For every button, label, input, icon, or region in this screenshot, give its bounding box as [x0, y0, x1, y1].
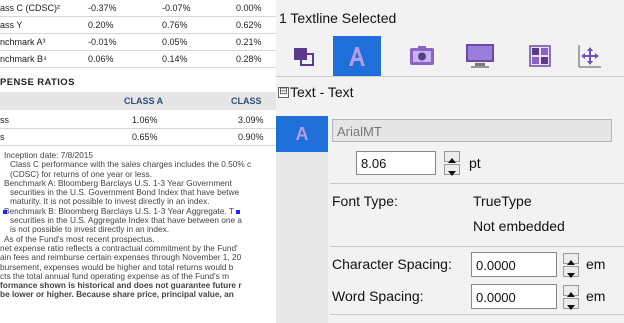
- pdf-document-page: ass C (CDSC)² -0.37% -0.07% 0.00% ass Y …: [0, 0, 290, 323]
- row-label: ass C (CDSC)²: [0, 3, 60, 13]
- row-value: 0.65%: [132, 132, 158, 142]
- row-value: 1.06%: [132, 115, 158, 125]
- expense-ratios-heading: PENSE RATIOS: [0, 77, 75, 88]
- performance-table: ass C (CDSC)² -0.37% -0.07% 0.00% ass Y …: [0, 0, 290, 68]
- arrow-down-icon: [567, 273, 575, 278]
- row-value: 0.21%: [236, 37, 262, 47]
- row-label: nchmark A³: [0, 37, 46, 47]
- arrow-down-icon: [567, 305, 575, 310]
- divider: [330, 314, 624, 315]
- embedded-status: Not embedded: [473, 218, 565, 234]
- tab-image[interactable]: [398, 36, 446, 76]
- font-size-unit: pt: [469, 155, 481, 171]
- text-icon: [349, 47, 365, 66]
- text-section-header[interactable]: ⊟ Text - Text: [276, 82, 624, 104]
- table-row: ss 1.06% 3.09%: [0, 112, 290, 129]
- footnotes: Inception date: 7/8/2015 Class C perform…: [0, 150, 290, 300]
- row-label: s: [0, 132, 5, 142]
- font-type-value: TrueType: [473, 193, 532, 209]
- increment-button[interactable]: [563, 253, 579, 265]
- decrement-button[interactable]: [444, 164, 460, 176]
- divider: [330, 246, 624, 247]
- monitor-icon: [466, 44, 494, 68]
- row-value: 3.09%: [238, 115, 264, 125]
- row-label: nchmark B⁴: [0, 54, 47, 64]
- character-spacing-unit: em: [586, 256, 606, 272]
- section-title: Text - Text: [290, 84, 354, 100]
- row-value: 0.00%: [236, 3, 262, 13]
- font-badge-letter: A: [295, 123, 309, 144]
- row-value: -0.07%: [162, 3, 191, 13]
- row-value: 0.90%: [238, 132, 264, 142]
- word-spacing-spinner[interactable]: [563, 285, 579, 310]
- tab-text[interactable]: [333, 36, 381, 76]
- row-value: 0.05%: [162, 37, 188, 47]
- grid-icon: [529, 45, 551, 67]
- selection-handle[interactable]: [236, 210, 240, 214]
- footnote-line: be lower or higher. Because share price,…: [0, 289, 234, 300]
- character-spacing-spinner[interactable]: [563, 253, 579, 278]
- expense-table-header: CLASS A CLASS: [0, 92, 290, 110]
- table-row: nchmark B⁴ 0.06% 0.14% 0.28%: [0, 51, 290, 68]
- decrement-button[interactable]: [563, 266, 579, 278]
- row-value: 0.06%: [88, 54, 114, 64]
- layers-icon: [294, 48, 314, 66]
- font-size-input[interactable]: 8.06: [356, 151, 436, 175]
- decrement-button[interactable]: [563, 298, 579, 310]
- column-header: CLASS: [231, 96, 262, 106]
- character-spacing-label: Character Spacing:: [332, 256, 452, 272]
- row-value: 0.62%: [236, 20, 262, 30]
- font-type-label: Font Type:: [332, 193, 398, 209]
- camera-icon: [410, 46, 434, 65]
- move-icon: [578, 45, 601, 68]
- row-value: 0.20%: [88, 20, 114, 30]
- row-value: -0.01%: [88, 37, 117, 47]
- panel-title: 1 Textline Selected: [279, 10, 397, 26]
- font-size-spinner[interactable]: [444, 151, 460, 176]
- tab-position[interactable]: [566, 36, 614, 76]
- collapse-icon[interactable]: ⊟: [278, 87, 289, 98]
- row-value: -0.37%: [88, 3, 117, 13]
- arrow-down-icon: [448, 171, 456, 176]
- table-row: s 0.65% 0.90%: [0, 129, 290, 146]
- row-label: ss: [0, 115, 9, 125]
- divider: [330, 183, 624, 184]
- character-spacing-input[interactable]: 0.0000: [471, 252, 557, 277]
- row-value: 0.14%: [162, 54, 188, 64]
- table-row: ass C (CDSC)² -0.37% -0.07% 0.00%: [0, 0, 290, 17]
- section-icon-column: A: [276, 116, 328, 323]
- word-spacing-unit: em: [586, 288, 606, 304]
- table-row: nchmark A³ -0.01% 0.05% 0.21%: [0, 34, 290, 51]
- font-name-field: ArialMT: [332, 119, 612, 142]
- increment-button[interactable]: [444, 151, 460, 163]
- tab-layers[interactable]: [280, 36, 328, 76]
- selection-handle[interactable]: [3, 210, 7, 214]
- property-tabs: [276, 36, 624, 77]
- properties-panel: 1 Textline Selected ⊟ Text - Text A Aria…: [276, 0, 624, 323]
- tab-structure[interactable]: [516, 36, 564, 76]
- row-label: ass Y: [0, 20, 23, 30]
- word-spacing-input[interactable]: 0.0000: [471, 284, 557, 309]
- increment-button[interactable]: [563, 285, 579, 297]
- font-icon: A: [276, 116, 328, 152]
- table-row: ass Y 0.20% 0.76% 0.62%: [0, 17, 290, 34]
- row-value: 0.28%: [236, 54, 262, 64]
- column-header: CLASS A: [124, 96, 164, 106]
- word-spacing-label: Word Spacing:: [332, 288, 424, 304]
- tab-display[interactable]: [456, 36, 504, 76]
- row-value: 0.76%: [162, 20, 188, 30]
